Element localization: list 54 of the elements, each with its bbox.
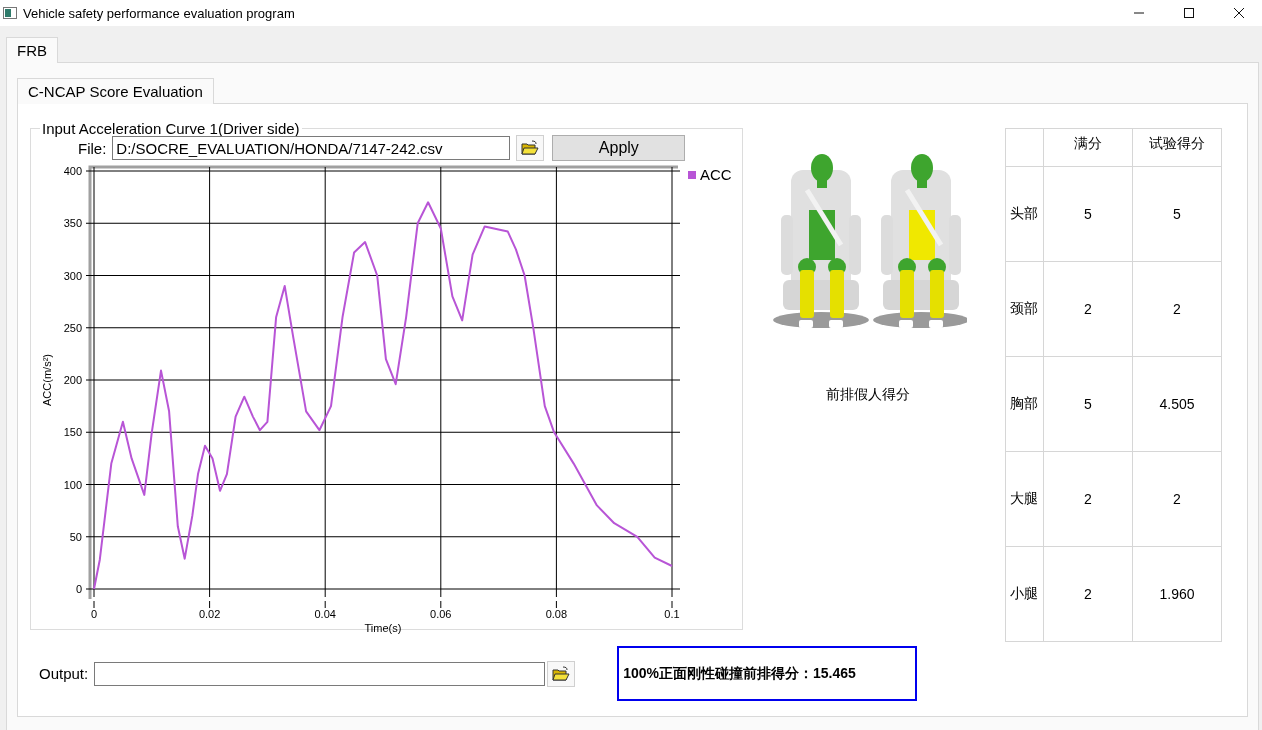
x-tick-label: 0.06 [430,608,452,620]
table-cell: 2 [1043,546,1133,642]
y-tick-label: 250 [63,321,82,334]
row-header: 大腿 [1005,451,1044,547]
app-icon [3,7,17,19]
tab[interactable]: FRB [6,37,58,63]
x-axis-label: Time(s) [364,622,402,634]
image-caption: 前排假人得分 [826,386,910,404]
table-cell: 5 [1043,356,1133,452]
y-tick-label: 200 [63,374,82,386]
legend-label: ACC [700,166,732,183]
x-tick-label: 0.02 [198,608,221,620]
y-tick-label: 50 [69,530,82,543]
tab[interactable]: C-NCAP Score Evaluation [17,78,214,104]
table-cell: 1.960 [1132,546,1222,642]
y-tick-label: 400 [63,165,82,177]
open-file-button[interactable] [547,660,576,687]
table-cell: 4.505 [1132,356,1222,452]
table-cell: 2 [1043,451,1133,547]
output-path-field[interactable] [94,661,546,686]
y-tick-label: 350 [63,217,82,230]
row-header: 头部 [1005,166,1044,262]
close-icon[interactable] [1234,8,1244,18]
y-tick-label: 100 [63,478,82,491]
row-header: 胸部 [1005,356,1044,452]
row-header: 小腿 [1005,546,1044,642]
apply-button[interactable]: Apply [552,135,686,161]
table-cell: 5 [1132,166,1222,262]
file-label: File: [78,139,107,157]
x-tick-label: 0 [90,608,98,620]
file-path-field[interactable]: D:/SOCRE_EVALUATION/HONDA/7147-242.csv [112,136,511,160]
x-tick-label: 0.04 [314,608,336,620]
folder-icon [521,140,540,156]
open-file-button[interactable] [516,135,545,161]
total-score-text: 100%正面刚性碰撞前排得分：15.465 [617,646,918,701]
y-tick-label: 300 [63,269,82,282]
table-cell: 5 [1043,166,1133,262]
y-axis-label: ACC(m/s²) [41,354,53,406]
folder-icon [552,665,571,682]
table-cell: 2 [1043,261,1133,357]
y-tick-label: 0 [75,583,82,595]
legend-swatch [688,171,696,179]
column-header: 试验得分 [1132,128,1222,167]
column-header: 满分 [1043,128,1133,167]
x-tick-label: 0.1 [664,608,680,620]
table-cell: 2 [1132,261,1222,357]
row-header: 颈部 [1005,261,1044,357]
x-tick-label: 0.08 [545,608,568,620]
y-tick-label: 150 [63,426,82,439]
table-cell: 2 [1132,451,1222,547]
window-title: Vehicle safety performance evaluation program [23,5,296,21]
group-title: Input Acceleration Curve 1(Driver side) [41,120,301,137]
maximize-icon[interactable] [1184,8,1194,18]
output-label: Output: [39,665,89,682]
